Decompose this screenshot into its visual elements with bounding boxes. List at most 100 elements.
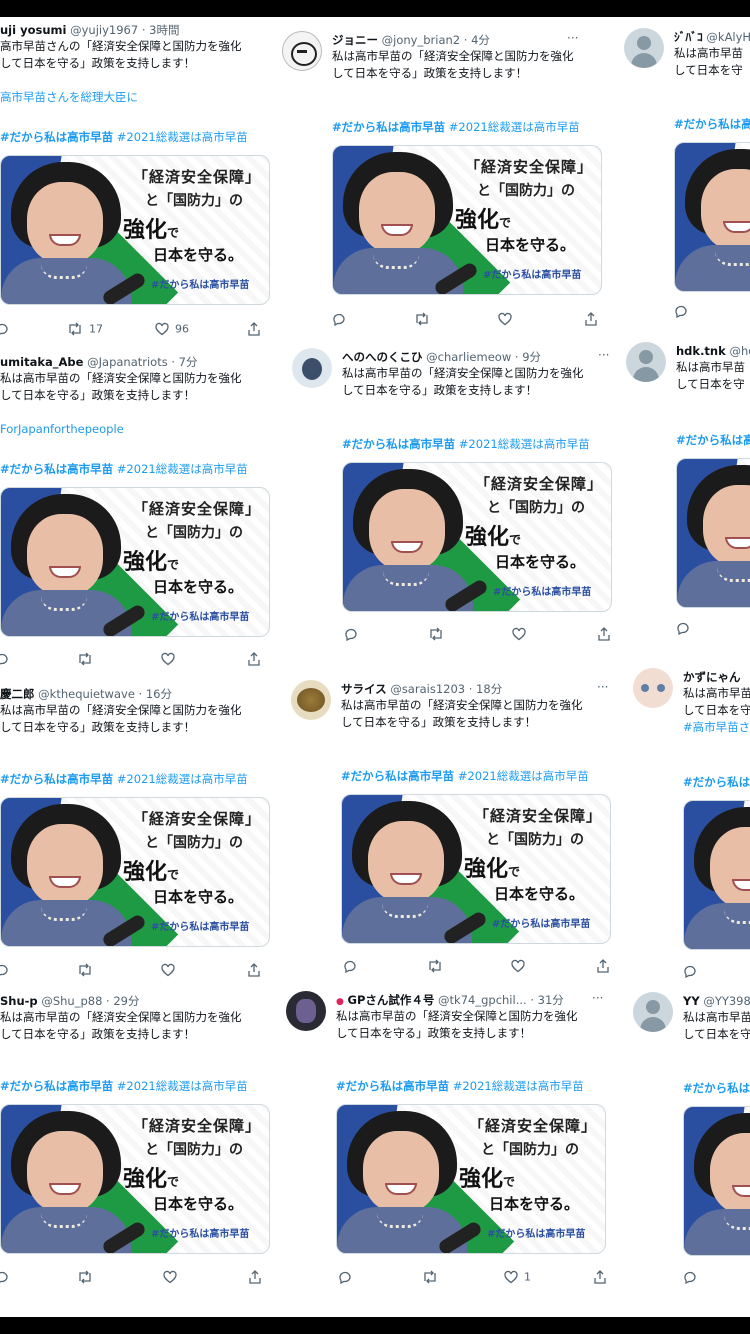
like-button[interactable] (161, 652, 181, 666)
user-avatar[interactable] (626, 342, 666, 382)
display-name[interactable]: 慶二郎 (0, 687, 35, 701)
display-name[interactable]: かずにゃん (683, 670, 741, 684)
hashtag-link[interactable]: #2021総裁選は高市早苗 (459, 437, 590, 451)
reply-button[interactable] (0, 963, 15, 977)
like-button[interactable]: 1 (504, 1270, 531, 1284)
hashtag-link[interactable]: #だから私は高市早苗 (336, 1079, 449, 1093)
retweet-button[interactable] (422, 1270, 444, 1284)
user-handle[interactable]: @kthequietwave (38, 687, 135, 701)
hashtag-link[interactable]: #だから私は高市早苗 (332, 120, 445, 134)
user-avatar[interactable] (282, 31, 322, 71)
tweet-image[interactable]: 「経済安全保障」 と「国防力」の 強化で 日本を守る。 #だから私は高市早苗 (342, 462, 612, 612)
timestamp[interactable]: · 18分 (469, 682, 502, 696)
reply-button[interactable] (0, 652, 15, 666)
user-avatar[interactable] (292, 348, 332, 388)
tweet-card[interactable]: 慶二郎 @kthequietwave · 16分 私は高市早苗の「経済安全保障と… (0, 685, 270, 995)
hashtag-link[interactable]: #だから私は高市早苗 (341, 769, 454, 783)
hashtag-link[interactable]: #2021総裁選は高市早苗 (453, 1079, 584, 1093)
timestamp[interactable]: · 16分 (139, 687, 172, 701)
like-button[interactable] (512, 627, 532, 641)
user-handle[interactable]: @kAlyH (706, 30, 750, 44)
more-options-icon[interactable]: ··· (592, 991, 603, 1005)
display-name[interactable]: GPさん試作４号 (348, 993, 435, 1007)
hashtag-link[interactable]: #だから私は高市早苗 (0, 772, 113, 786)
retweet-button[interactable] (428, 627, 450, 641)
tweet-image[interactable] (683, 1106, 750, 1256)
user-handle[interactable]: @jony_brian2 (382, 33, 460, 47)
like-button[interactable] (163, 1270, 183, 1284)
tweet-image[interactable]: 「経済安全保障」 と「国防力」の 強化で 日本を守る。 #だから私は高市早苗 (332, 145, 602, 295)
tweet-image[interactable]: 「経済安全保障」 と「国防力」の 強化で 日本を守る。 #だから私は高市早苗 (336, 1104, 606, 1254)
hashtag-link[interactable]: #だから私は高市早苗 (683, 1081, 750, 1095)
tweet-image[interactable] (683, 800, 750, 950)
share-button[interactable] (593, 1270, 613, 1284)
timestamp[interactable]: · 7分 (171, 355, 197, 369)
hashtag-link[interactable]: #だから私は高市早苗 (0, 130, 113, 144)
tweet-image[interactable]: 「経済安全保障」 と「国防力」の 強化で 日本を守る。 #だから私は高市早苗 (0, 487, 270, 637)
retweet-button[interactable]: 17 (67, 322, 103, 336)
user-handle[interactable]: @sarais1203 (390, 682, 465, 696)
user-avatar[interactable] (291, 680, 331, 720)
tweet-image[interactable]: 「経済安全保障」 と「国防力」の 強化で 日本を守る。 #だから私は高市早苗 (341, 794, 611, 944)
share-button[interactable] (247, 963, 267, 977)
hashtag-link[interactable]: #だから私は高市早苗 (683, 775, 750, 789)
retweet-button[interactable] (77, 652, 99, 666)
user-avatar[interactable] (286, 991, 326, 1031)
more-options-icon[interactable]: ··· (597, 680, 608, 694)
tweet-card[interactable]: へのへのくこひ @charliemeow · 9分 私は高市早苗の「経済安全保障… (292, 348, 612, 658)
timestamp[interactable]: · 3時間 (142, 23, 180, 37)
share-button[interactable] (248, 1270, 268, 1284)
reply-button[interactable] (0, 322, 15, 336)
like-button[interactable]: 96 (155, 322, 189, 336)
hashtag-link[interactable]: #2021総裁選は高市早苗 (117, 462, 248, 476)
hashtag-link[interactable]: #2021総裁選は高市早苗 (117, 772, 248, 786)
tweet-card[interactable]: ｼﾞﾊﾞｺ @kAlyH 私は高市早苗 して日本を守 #だから私は高市早苗 (624, 28, 750, 338)
timestamp[interactable]: · 9分 (515, 350, 541, 364)
reply-button[interactable] (344, 627, 364, 641)
display-name[interactable]: Shu-p (0, 994, 38, 1008)
retweet-button[interactable] (77, 1270, 99, 1284)
hashtag-link[interactable]: #だから私は高市早苗 (342, 437, 455, 451)
tweet-card[interactable]: ● GPさん試作４号 @tk74_gpchil... · 31分 私は高市早苗の… (286, 991, 606, 1301)
display-name[interactable]: uji yosumi (0, 23, 66, 37)
tweet-card[interactable]: hdk.tnk @hd 私は高市早苗 して日本を守 #だから私は高市早苗 (626, 342, 750, 652)
share-button[interactable] (596, 959, 616, 973)
tweet-image[interactable] (676, 458, 750, 608)
tweet-card[interactable]: Shu-p @Shu_p88 · 29分 私は高市早苗の「経済安全保障と国防力を… (0, 992, 270, 1302)
user-avatar[interactable] (633, 668, 673, 708)
reply-button[interactable] (683, 964, 703, 978)
timestamp[interactable]: · 4分 (464, 33, 490, 47)
reply-button[interactable] (0, 1270, 15, 1284)
tweet-image[interactable]: 「経済安全保障」 と「国防力」の 強化で 日本を守る。 #だから私は高市早苗 (0, 1104, 270, 1254)
more-options-icon[interactable]: ··· (567, 31, 578, 45)
timestamp[interactable]: · 29分 (106, 994, 139, 1008)
hashtag-link[interactable]: #だから私は高市早苗 (676, 433, 750, 447)
hashtag-link[interactable]: #だから私は高市早苗 (0, 462, 113, 476)
reply-button[interactable] (343, 959, 363, 973)
share-button[interactable] (597, 627, 617, 641)
display-name[interactable]: ジョニー (332, 33, 378, 47)
user-handle[interactable]: @YY398 (703, 994, 750, 1008)
more-options-icon[interactable]: ··· (598, 348, 609, 362)
tweet-card[interactable]: YY @YY398 私は高市早苗 して日本を守 #だから私は高市早苗 (633, 992, 750, 1302)
hashtag-link[interactable]: #2021総裁選は高市早苗 (117, 1079, 248, 1093)
share-button[interactable] (247, 652, 267, 666)
tweet-card[interactable]: かずにゃん 私は高市早苗 して日本を守 #高市早苗さ #だから私は高市早苗 (633, 668, 750, 978)
hashtag-link[interactable]: #だから私は高市早苗 (0, 1079, 113, 1093)
display-name[interactable]: へのへのくこひ (342, 350, 423, 364)
user-handle[interactable]: @hd (729, 344, 750, 358)
reply-button[interactable] (332, 312, 352, 326)
user-handle[interactable]: @Shu_p88 (41, 994, 102, 1008)
user-avatar[interactable] (633, 992, 673, 1032)
reply-button[interactable] (676, 621, 696, 635)
hashtag-link[interactable]: #だから私は高市早苗 (674, 117, 750, 131)
display-name[interactable]: サライス (341, 682, 387, 696)
user-avatar[interactable] (624, 28, 664, 68)
user-handle[interactable]: @yujiy1967 (70, 23, 138, 37)
hashtag-link[interactable]: #高市早苗さ (683, 719, 750, 736)
hashtag-link[interactable]: #2021総裁選は高市早苗 (458, 769, 589, 783)
user-handle[interactable]: @Japanatriots (87, 355, 168, 369)
like-button[interactable] (498, 312, 518, 326)
tweet-card[interactable]: uji yosumi @yujiy1967 · 3時間 高市早苗さんの「経済安全… (0, 21, 270, 336)
retweet-button[interactable] (77, 963, 99, 977)
